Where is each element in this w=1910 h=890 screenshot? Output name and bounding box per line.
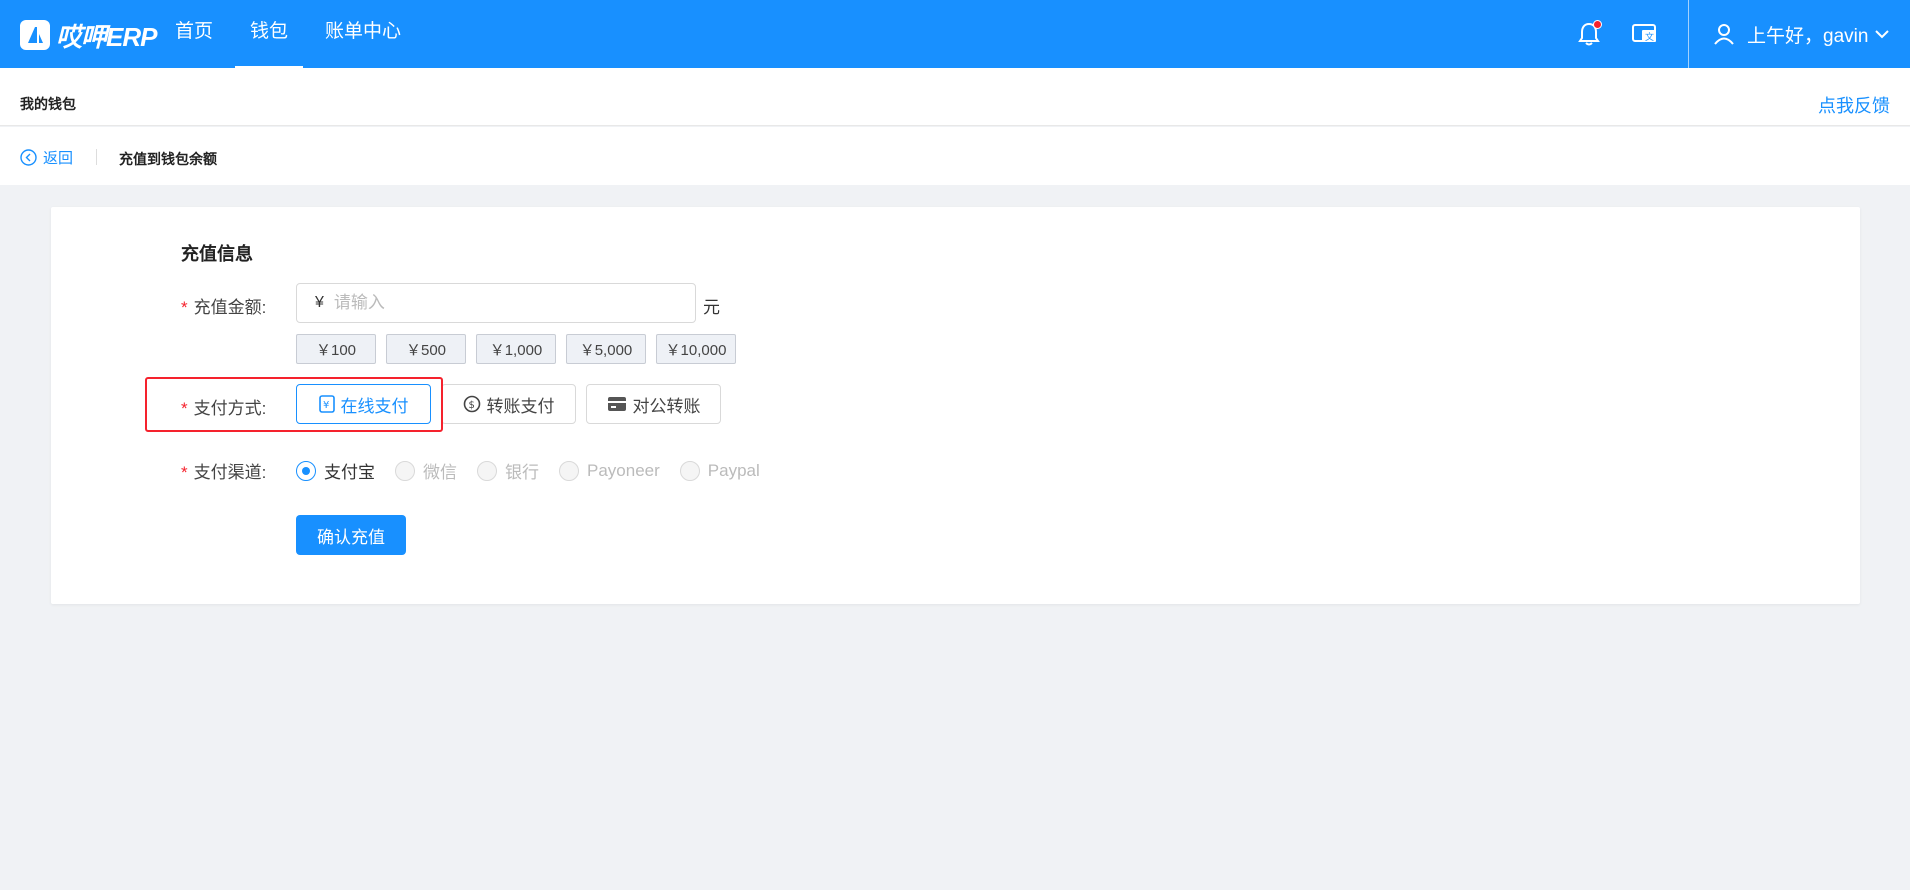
pay-method-label: * 支付方式: (181, 399, 267, 418)
currency-symbol: ¥ (315, 294, 324, 311)
back-button[interactable]: 返回 (20, 147, 73, 168)
pay-method-transfer[interactable]: $ 转账支付 (441, 384, 576, 424)
logo[interactable]: 哎呷ERP (20, 19, 157, 52)
channel-bank[interactable]: 银行 (477, 458, 539, 483)
recharge-card: 充值信息 *充值金额: ¥ 元 ￥100 ￥500 ￥1,000 ￥5,000 … (51, 207, 1860, 604)
language-icon: 文 (1632, 24, 1656, 43)
notification-button[interactable] (1573, 18, 1605, 50)
subpage-title: 充值到钱包余额 (119, 151, 217, 167)
pay-channel-label: * 支付渠道: (181, 463, 267, 482)
confirm-recharge-button[interactable]: 确认充值 (296, 515, 406, 555)
channel-paypal[interactable]: Paypal (679, 460, 760, 481)
top-navbar: 哎呷ERP 首页 钱包 账单中心 文 上午好，gavin (0, 0, 1910, 68)
divider (96, 149, 97, 165)
transfer-icon: $ (463, 395, 481, 413)
channel-payoneer[interactable]: Payoneer (559, 460, 660, 481)
quick-amount-500[interactable]: ￥500 (386, 334, 466, 364)
channel-wechat[interactable]: 微信 (395, 458, 457, 483)
quick-amount-1000[interactable]: ￥1,000 (476, 334, 556, 364)
radio-circle (296, 460, 316, 481)
nav-home[interactable]: 首页 (160, 0, 228, 68)
page-header: 我的钱包 点我反馈 (0, 68, 1910, 126)
chevron-down-icon (1875, 30, 1890, 39)
notification-badge (1593, 20, 1602, 29)
radio-circle (477, 460, 497, 481)
channel-alipay[interactable]: 支付宝 (296, 458, 375, 483)
nav-wallet[interactable]: 钱包 (235, 0, 304, 68)
feedback-link[interactable]: 点我反馈 (1818, 92, 1890, 118)
back-circle-icon (20, 149, 37, 166)
quick-amounts: ￥100 ￥500 ￥1,000 ￥5,000 ￥10,000 (296, 334, 746, 364)
online-pay-icon: ¥ (318, 395, 335, 413)
svg-text:¥: ¥ (323, 400, 329, 411)
user-menu[interactable]: 上午好，gavin (1713, 0, 1890, 68)
required-mark: * (181, 463, 188, 482)
nav-billing-center[interactable]: 账单中心 (310, 0, 416, 68)
amount-input[interactable] (333, 293, 674, 313)
pay-method-group: ¥ 在线支付 $ 转账支付 对公转账 (296, 384, 731, 424)
radio-circle (679, 460, 700, 481)
main-nav: 首页 钱包 账单中心 (160, 0, 423, 68)
quick-amount-5000[interactable]: ￥5,000 (566, 334, 646, 364)
top-divider (1688, 0, 1689, 68)
back-label: 返回 (43, 150, 74, 167)
radio-circle (559, 460, 579, 481)
quick-amount-10000[interactable]: ￥10,000 (656, 334, 736, 364)
logo-text: 哎呷ERP (56, 21, 157, 52)
card-icon (607, 396, 627, 412)
quick-amount-100[interactable]: ￥100 (296, 334, 376, 364)
pay-method-corporate[interactable]: 对公转账 (586, 384, 721, 424)
radio-circle (395, 460, 415, 481)
pay-channel-group: 支付宝 微信 银行 Payoneer Paypal (296, 458, 780, 483)
user-greeting: 上午好，gavin (1747, 25, 1869, 47)
sub-header: 返回 充值到钱包余额 (0, 127, 1910, 185)
form-title: 充值信息 (181, 244, 253, 264)
required-mark: * (181, 399, 188, 418)
language-button[interactable]: 文 (1629, 18, 1661, 50)
logo-icon (20, 20, 50, 50)
svg-text:文: 文 (1645, 31, 1654, 43)
amount-input-wrapper[interactable]: ¥ (296, 283, 696, 323)
amount-unit: 元 (703, 298, 720, 317)
required-mark: * (181, 298, 188, 317)
user-icon (1714, 24, 1734, 45)
svg-text:$: $ (468, 400, 474, 411)
page-title: 我的钱包 (20, 96, 76, 112)
pay-method-online[interactable]: ¥ 在线支付 (296, 384, 431, 424)
amount-label: * 充值金额: (181, 298, 267, 317)
